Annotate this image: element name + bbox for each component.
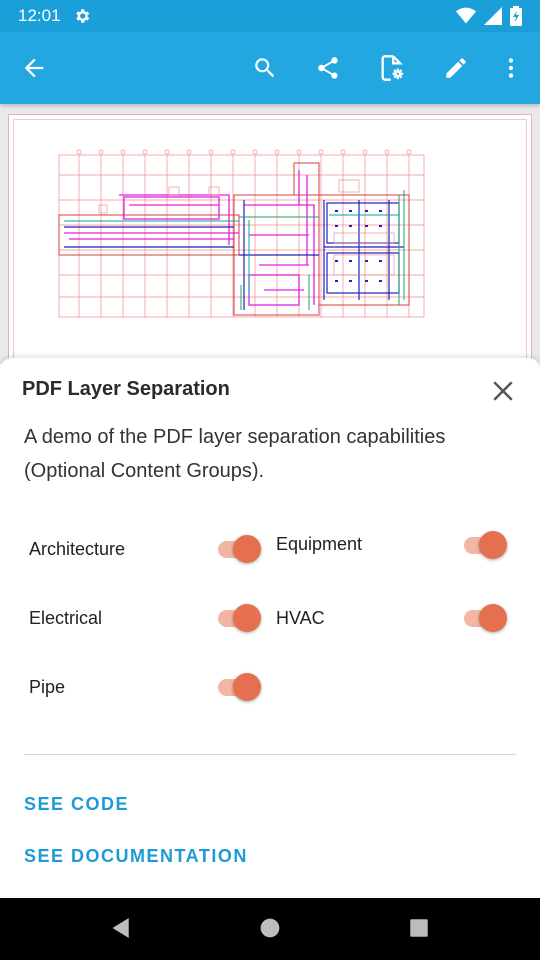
layer-toggle-architecture[interactable] [218, 533, 262, 563]
document-settings-icon [381, 55, 404, 81]
more-vert-icon [508, 58, 514, 78]
status-icons [456, 6, 522, 26]
sheet-description: A demo of the PDF layer separation capab… [24, 426, 446, 482]
see-documentation-link[interactable]: SEE DOCUMENTATION [24, 846, 248, 867]
share-icon [318, 57, 338, 79]
layer-toggle-hvac[interactable] [464, 602, 508, 632]
layer-label-hvac: HVAC [276, 608, 325, 628]
status-time: 12:01 [18, 6, 61, 25]
battery-icon [510, 6, 522, 26]
see-code-link[interactable]: SEE CODE [24, 794, 129, 815]
system-nav-bar [0, 897, 540, 960]
toggle-thumb [233, 673, 261, 701]
cell-signal-icon [484, 7, 502, 25]
back-arrow-icon[interactable] [20, 54, 48, 82]
floor-plan-drawing [58, 149, 425, 318]
layer-bottom-sheet: PDF Layer Separation A demo of the PDF l… [0, 358, 540, 898]
settings-gear-icon [75, 9, 89, 23]
layer-label-equipment: Equipment [276, 534, 363, 554]
toggle-thumb [479, 604, 507, 632]
layer-label-architecture: Architecture [29, 539, 126, 559]
pdf-page[interactable] [8, 114, 532, 393]
pdf-viewer[interactable] [0, 104, 540, 393]
nav-home-icon[interactable] [255, 913, 285, 943]
divider [24, 754, 516, 755]
layer-label-electrical: Electrical [29, 608, 103, 628]
nav-back-icon[interactable] [105, 913, 135, 943]
document-settings-button[interactable] [376, 52, 408, 84]
screen: 12:01 PDF Layer Separation A demo of the… [0, 0, 540, 960]
wifi-icon [456, 7, 476, 24]
app-bar [0, 32, 540, 104]
toggle-thumb [479, 531, 507, 559]
search-icon [255, 58, 275, 78]
close-icon[interactable] [488, 376, 518, 406]
layer-label-pipe: Pipe [29, 677, 66, 697]
toggle-thumb [233, 604, 261, 632]
nav-recents-icon[interactable] [404, 913, 434, 943]
more-options-button[interactable] [495, 52, 527, 84]
layer-toggle-equipment[interactable] [464, 529, 508, 559]
layer-toggle-pipe[interactable] [218, 671, 262, 701]
edit-pencil-icon [446, 58, 466, 78]
layer-toggle-electrical[interactable] [218, 602, 262, 632]
status-bar: 12:01 [0, 0, 540, 32]
search-button[interactable] [249, 52, 281, 84]
toggle-thumb [233, 535, 261, 563]
share-button[interactable] [312, 52, 344, 84]
sheet-title: PDF Layer Separation [22, 378, 230, 400]
edit-button[interactable] [440, 52, 472, 84]
